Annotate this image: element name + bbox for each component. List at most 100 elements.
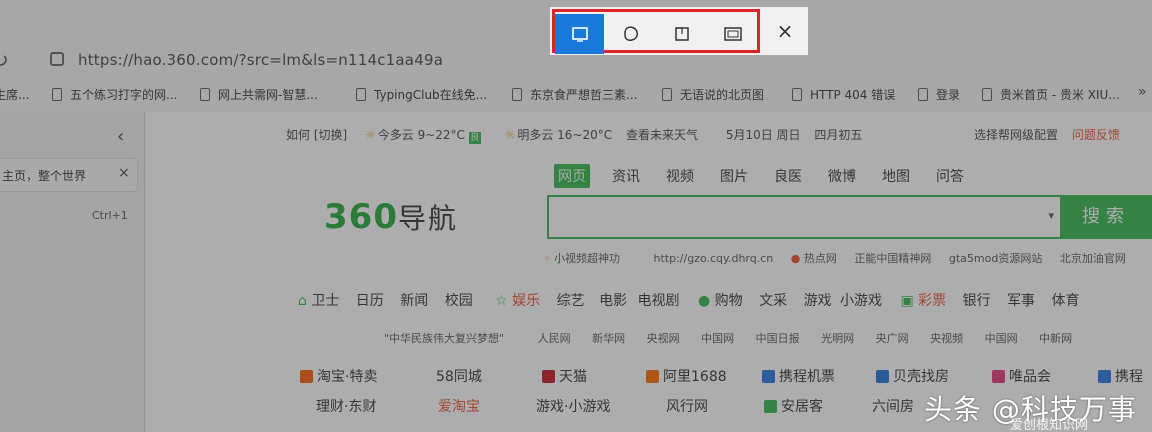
bookmark-item[interactable]: 无语说的北页图 bbox=[662, 86, 764, 103]
tab-video[interactable]: 视频 bbox=[662, 164, 698, 188]
category-link[interactable]: 娱乐 bbox=[512, 293, 540, 309]
hot-link[interactable]: 热点网 bbox=[804, 252, 837, 265]
tab-web[interactable]: 网页 bbox=[554, 164, 590, 188]
category-link[interactable]: 综艺 bbox=[557, 293, 585, 309]
feedback-link[interactable]: 问题反馈 bbox=[1072, 128, 1120, 142]
category-link[interactable]: 体育 bbox=[1052, 293, 1080, 309]
site-label: 携程机票 bbox=[779, 369, 835, 385]
promo-link[interactable]: 选择帮网级配置 bbox=[974, 128, 1058, 142]
weather-tomorrow[interactable]: ☼ 明多云 16~20°C bbox=[505, 128, 613, 142]
window-snip-button[interactable] bbox=[657, 14, 706, 54]
category-link[interactable]: 彩票 bbox=[918, 293, 946, 309]
close-icon[interactable]: × bbox=[118, 165, 130, 181]
vip-icon bbox=[992, 370, 1005, 383]
sidebar-tab-label: 主页，整个世界 bbox=[2, 169, 87, 183]
page-icon bbox=[792, 88, 802, 101]
chevron-down-icon[interactable]: ▾ bbox=[1048, 209, 1054, 222]
site-logo[interactable]: 360导航 bbox=[324, 197, 458, 237]
site-link[interactable]: 爱淘宝 bbox=[438, 396, 536, 416]
site-link[interactable]: 阿里1688 bbox=[646, 366, 762, 386]
site-link[interactable]: 唯品会 bbox=[992, 366, 1098, 386]
site-link[interactable]: 贝壳找房 bbox=[876, 366, 992, 386]
category-link[interactable]: 购物 bbox=[715, 293, 743, 309]
site-info-icon[interactable] bbox=[50, 52, 64, 66]
close-button[interactable]: × bbox=[768, 13, 802, 49]
news-link[interactable]: 中国日报 bbox=[756, 332, 800, 345]
category-link[interactable]: 游戏 bbox=[804, 293, 832, 309]
site-label: 贝壳找房 bbox=[893, 369, 949, 385]
news-link[interactable]: 新华网 bbox=[592, 332, 625, 345]
bookmark-label: 生席... bbox=[0, 88, 30, 102]
news-link[interactable]: 中新网 bbox=[1039, 332, 1072, 345]
search-input[interactable]: ▾ bbox=[547, 195, 1062, 239]
hot-icon: ◦ bbox=[544, 252, 551, 265]
hot-link[interactable]: 小视频超神功 bbox=[554, 252, 620, 265]
hot-link[interactable]: 北京加油官网 bbox=[1060, 252, 1126, 265]
site-link[interactable]: 风行网 bbox=[666, 396, 764, 416]
site-link[interactable]: 游戏·小游戏 bbox=[536, 396, 666, 416]
more-bookmarks-button[interactable]: » bbox=[1138, 84, 1147, 100]
site-grid-row: 淘宝·特卖 58同城 天猫 阿里1688 携程机票 贝壳找房 唯品会 携程 bbox=[300, 366, 1152, 386]
category-link[interactable]: 文采 bbox=[759, 293, 787, 309]
sidebar-tab[interactable]: 主页，整个世界 × bbox=[0, 158, 138, 192]
site-link[interactable]: 携程机票 bbox=[762, 366, 876, 386]
category-link[interactable]: 日历 bbox=[356, 293, 384, 309]
reload-icon[interactable]: ↻ bbox=[0, 48, 9, 72]
news-link[interactable]: 央广网 bbox=[876, 332, 909, 345]
category-link[interactable]: 电影 bbox=[599, 293, 627, 309]
bookmark-label: 无语说的北页图 bbox=[680, 88, 765, 102]
url-field[interactable]: https://hao.360.com/?src=lm&ls=n114c1aa4… bbox=[78, 51, 443, 69]
hot-link[interactable]: 正能中国精神网 bbox=[854, 252, 931, 265]
news-link[interactable]: 光明网 bbox=[821, 332, 854, 345]
search-button[interactable]: 搜索 bbox=[1060, 195, 1152, 239]
category-link[interactable]: 小游戏 bbox=[840, 293, 882, 309]
news-link[interactable]: "中华民族伟大复兴梦想" bbox=[384, 332, 504, 345]
tab-doctor[interactable]: 良医 bbox=[770, 164, 806, 188]
bookmark-item[interactable]: 东京食严想哲三素... bbox=[512, 86, 637, 103]
tab-news[interactable]: 资讯 bbox=[608, 164, 644, 188]
site-link[interactable]: 淘宝·特卖 bbox=[300, 366, 436, 386]
tab-qa[interactable]: 问答 bbox=[932, 164, 968, 188]
weather-forecast-link[interactable]: 查看未来天气 bbox=[626, 128, 698, 142]
hot-link[interactable]: http://gzo.cqy.dhrq.cn bbox=[654, 252, 774, 265]
bookmark-item[interactable]: HTTP 404 错误 bbox=[792, 86, 895, 103]
weather-today[interactable]: ☼ 今多云 9~22°C bbox=[365, 128, 465, 142]
freeform-snip-button[interactable] bbox=[606, 14, 655, 54]
news-link[interactable]: 人民网 bbox=[538, 332, 571, 345]
beike-icon bbox=[876, 370, 889, 383]
site-link[interactable]: 安居客 bbox=[764, 396, 872, 416]
site-link[interactable]: 天猫 bbox=[542, 366, 646, 386]
shopping-icon: ● bbox=[697, 293, 711, 309]
site-link[interactable]: 携程 bbox=[1098, 366, 1152, 386]
hot-link[interactable]: gta5mod资源网站 bbox=[949, 252, 1042, 265]
news-link[interactable]: 央视频 bbox=[930, 332, 963, 345]
site-link[interactable]: 58同城 bbox=[436, 366, 542, 386]
bookmark-item[interactable]: 登录 bbox=[918, 86, 960, 103]
bookmark-item[interactable]: 五个练习打字的网... bbox=[52, 86, 177, 103]
rectangle-snip-button[interactable] bbox=[555, 14, 604, 54]
chevron-left-icon[interactable]: ‹ bbox=[117, 126, 124, 147]
category-link[interactable]: 新闻 bbox=[400, 293, 428, 309]
news-link[interactable]: 央视网 bbox=[647, 332, 680, 345]
category-link[interactable]: 电视剧 bbox=[638, 293, 680, 309]
fullscreen-snip-button[interactable] bbox=[708, 14, 757, 54]
bookmark-item[interactable]: TypingClub在线免... bbox=[356, 86, 487, 103]
window-snip-icon bbox=[674, 27, 689, 41]
bookmark-item[interactable]: 生席... bbox=[0, 86, 29, 103]
category-link[interactable]: 校园 bbox=[445, 293, 473, 309]
news-link[interactable]: 中国网 bbox=[701, 332, 734, 345]
location-link[interactable]: 如何 [切换] bbox=[286, 128, 347, 142]
tab-images[interactable]: 图片 bbox=[716, 164, 752, 188]
category-link[interactable]: 军事 bbox=[1007, 293, 1035, 309]
site-label: 携程 bbox=[1115, 369, 1143, 385]
bookmark-item[interactable]: 网上共需网-智慧... bbox=[200, 86, 318, 103]
category-link[interactable]: 卫士 bbox=[311, 293, 339, 309]
category-link[interactable]: 银行 bbox=[963, 293, 991, 309]
tab-weibo[interactable]: 微博 bbox=[824, 164, 860, 188]
site-link[interactable]: 理财·东财 bbox=[316, 396, 438, 416]
bookmark-item[interactable]: 贵米首页 - 贵米 XIU... bbox=[982, 86, 1120, 103]
tab-map[interactable]: 地图 bbox=[878, 164, 914, 188]
news-link[interactable]: 中国网 bbox=[985, 332, 1018, 345]
site-label: 阿里1688 bbox=[663, 369, 727, 385]
page-icon bbox=[662, 88, 672, 101]
